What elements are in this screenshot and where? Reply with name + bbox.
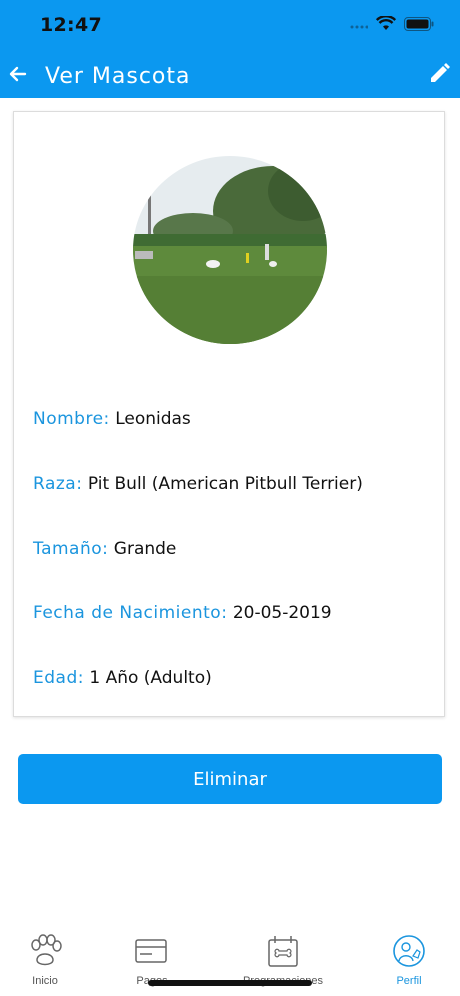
tab-inicio[interactable]: Inicio [0,934,95,987]
app-header: 12:47 Ver Mascota [0,0,460,98]
field-label: Tamaño: [33,539,109,559]
field-raza: Raza: Pit Bull (American Pitbull Terrier… [33,474,363,494]
tab-perfil[interactable]: Perfil [359,934,459,987]
pet-photo [133,156,327,344]
status-time: 12:47 [40,14,102,36]
field-value: Pit Bull (American Pitbull Terrier) [87,474,363,494]
field-value: Grande [113,539,177,559]
paw-icon [31,934,62,966]
field-value: 20-05-2019 [232,603,332,623]
field-tamano: Tamaño: Grande [33,539,176,559]
home-indicator [148,980,312,986]
card-icon [135,939,167,963]
field-edad: Edad: 1 Año (Adulto) [33,668,212,688]
battery-icon [404,16,434,31]
profile-icon [393,935,425,967]
field-fecha-nacimiento: Fecha de Nacimiento: 20-05-2019 [33,603,332,623]
edit-pencil-icon[interactable] [428,61,452,85]
delete-button[interactable]: Eliminar [18,754,442,804]
field-nombre: Nombre: Leonidas [33,409,191,429]
wifi-icon [376,16,396,30]
field-value: 1 Año (Adulto) [89,668,212,688]
cellular-signal-icon [350,25,368,28]
field-label: Fecha de Nacimiento: [33,603,228,623]
field-label: Edad: [33,668,84,688]
pet-details-card: Nombre: Leonidas Raza: Pit Bull (America… [13,111,445,717]
field-label: Raza: [33,474,83,494]
status-icons [350,16,434,31]
calendar-bone-icon [268,936,298,967]
tab-label: Inicio [32,975,58,987]
page-title: Ver Mascota [45,64,191,89]
back-arrow-icon[interactable] [6,62,30,86]
bottom-tab-bar: Inicio Pagos Programaciones Perfil [0,930,460,996]
field-label: Nombre: [33,409,110,429]
tab-label: Perfil [396,975,422,987]
field-value: Leonidas [115,409,191,429]
toolbar: Ver Mascota [0,58,460,98]
